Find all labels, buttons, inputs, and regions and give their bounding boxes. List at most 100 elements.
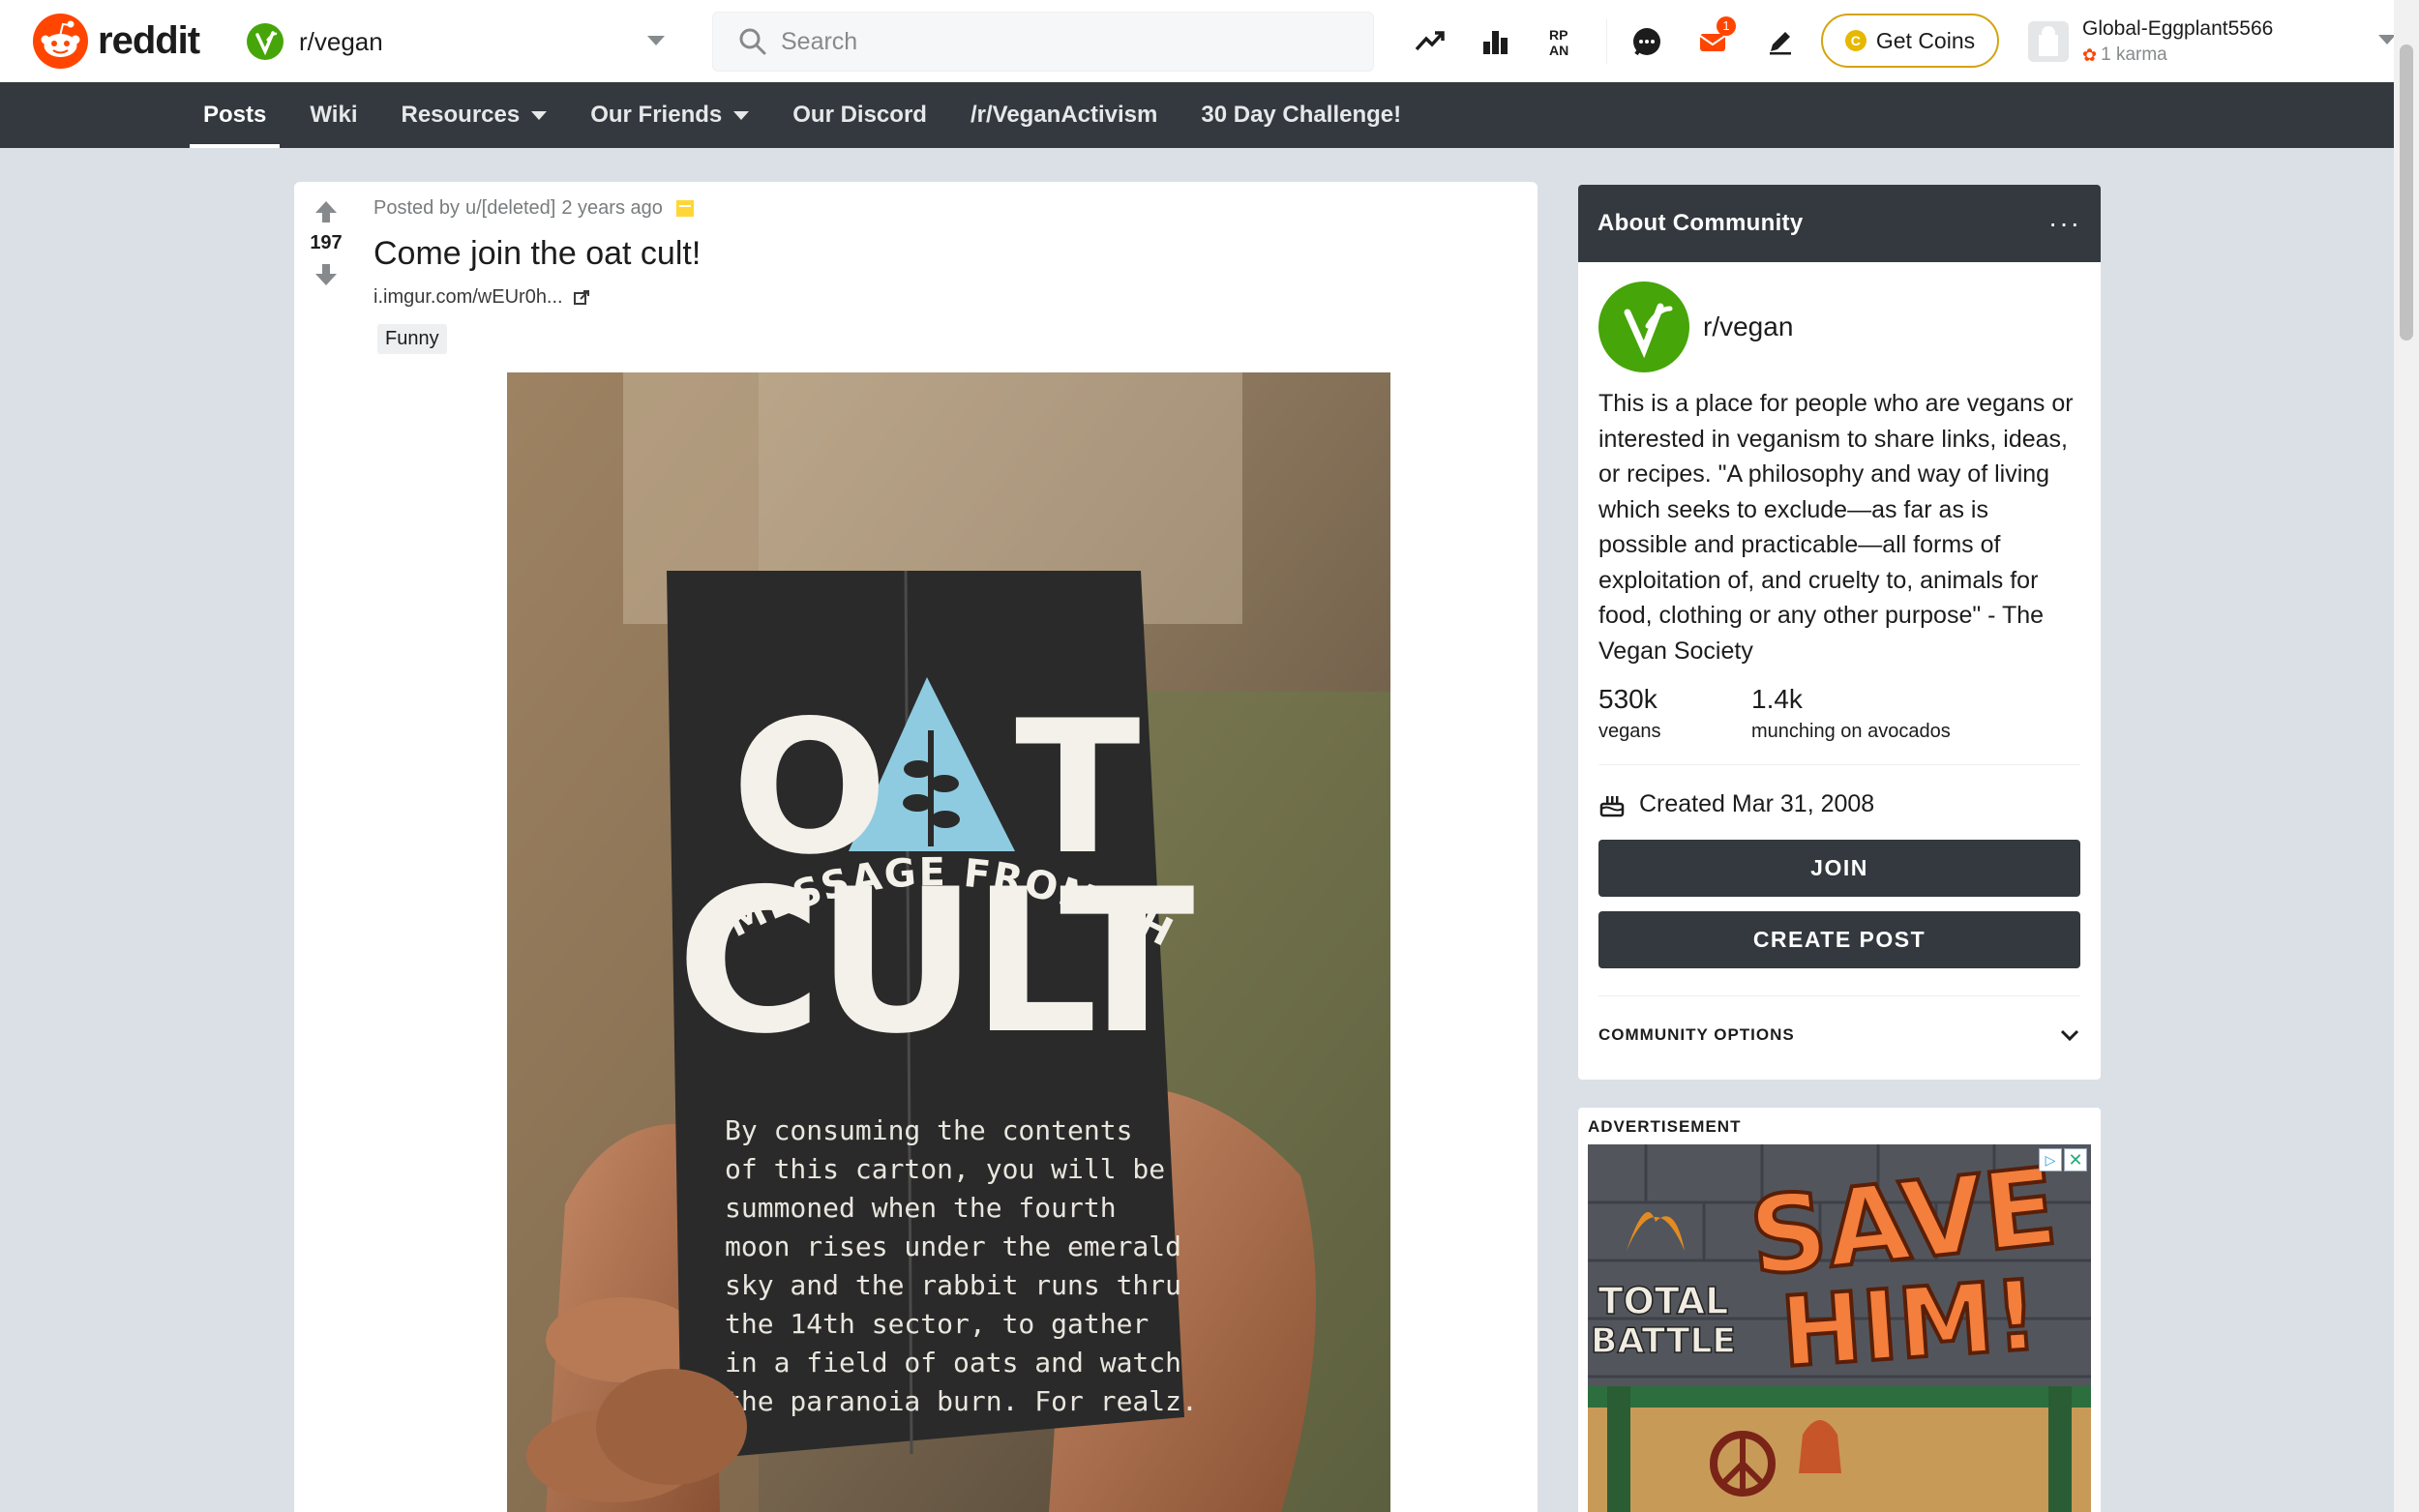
vegan-community-icon xyxy=(1598,282,1689,372)
upvote-icon[interactable] xyxy=(314,199,339,224)
coin-icon: C xyxy=(1844,30,1867,51)
community-nav: Posts Wiki Resources Our Friends Our Dis… xyxy=(0,82,2394,148)
user-info: Global-Eggplant5566 ✿ 1 karma xyxy=(2082,17,2273,66)
top-header: reddit r/vegan RPAN 1 C Get Coins xyxy=(0,0,2396,82)
about-community-widget: About Community ··· r/vegan This is a pl… xyxy=(1578,185,2101,1080)
members-count: 530k xyxy=(1598,684,1657,714)
nav-tab-label: Resources xyxy=(401,102,521,128)
scrollbar-thumb[interactable] xyxy=(2400,44,2413,341)
username: Global-Eggplant5566 xyxy=(2082,17,2274,40)
nav-tab-our-discord[interactable]: Our Discord xyxy=(779,82,941,148)
carton-body-line: of this carton, you will be xyxy=(725,1153,1165,1185)
community-stats: 530k vegans 1.4k munching on avocados xyxy=(1598,684,2080,743)
ad-choices-icon[interactable]: ▷ xyxy=(2039,1148,2062,1171)
search-icon xyxy=(739,28,766,55)
more-options-icon[interactable]: ··· xyxy=(2048,210,2081,237)
community-options-toggle[interactable]: COMMUNITY OPTIONS xyxy=(1598,995,2080,1073)
post-image[interactable]: A MESSAGE FROM THE O T CULT By consuming… xyxy=(507,372,1390,1512)
cake-icon xyxy=(1599,795,1625,816)
nav-tab-label: Our Discord xyxy=(792,102,927,128)
ad-game-name-2: BATTLE xyxy=(1591,1321,1736,1361)
post-title[interactable]: Come join the oat cult! xyxy=(373,235,1518,273)
post-link-text: i.imgur.com/wEUr0h... xyxy=(373,286,563,308)
nav-tab-label: /r/VeganActivism xyxy=(970,102,1158,128)
members-label: vegans xyxy=(1598,721,1661,742)
community-icon[interactable]: RP AN xyxy=(1542,20,1585,63)
advertisement-widget: ADVERTISEMENT TOTAL BATTLE SAVE HIM! ▷ ✕ xyxy=(1578,1108,2101,1512)
search-input[interactable] xyxy=(781,27,1323,56)
downvote-icon[interactable] xyxy=(314,262,339,287)
nav-tab-wiki[interactable]: Wiki xyxy=(296,82,371,148)
leaderboard-icon[interactable] xyxy=(1475,20,1517,63)
post-author[interactable]: u/[deleted] xyxy=(465,197,555,220)
create-post-button[interactable]: CREATE POST xyxy=(1598,911,2080,968)
posted-by-label: Posted by xyxy=(373,197,460,219)
community-switcher[interactable]: r/vegan xyxy=(247,19,665,64)
user-menu[interactable]: Global-Eggplant5566 ✿ 1 karma xyxy=(2028,14,2396,70)
caret-down-icon xyxy=(733,110,750,120)
post-flair[interactable]: Funny xyxy=(377,324,447,354)
reddit-logo[interactable]: reddit xyxy=(33,14,200,69)
post-meta: Posted by u/[deleted] 2 years ago xyxy=(373,197,1518,220)
header-divider xyxy=(1606,19,1607,64)
about-community-name: r/vegan xyxy=(1703,311,1794,341)
edit-icon[interactable] xyxy=(1759,20,1802,63)
karma-icon: ✿ xyxy=(2082,44,2098,65)
ad-game-name-1: TOTAL xyxy=(1598,1280,1729,1322)
about-community-header: About Community ··· xyxy=(1578,185,2101,262)
mail-icon[interactable]: 1 xyxy=(1691,16,1736,63)
carton-body-line: moon rises under the emerald xyxy=(725,1230,1181,1262)
vote-column: 197 xyxy=(294,182,358,287)
advertisement-banner[interactable]: TOTAL BATTLE SAVE HIM! ▷ ✕ xyxy=(1588,1144,2091,1512)
carton-body-line: summoned when the fourth xyxy=(725,1192,1117,1224)
search-bar[interactable] xyxy=(712,12,1374,72)
snoo-icon xyxy=(33,14,88,69)
nav-tab-veganactivism[interactable]: /r/VeganActivism xyxy=(957,82,1171,148)
created-date: Created Mar 31, 2008 xyxy=(1598,790,2080,818)
nav-tab-resources[interactable]: Resources xyxy=(387,82,560,148)
online-label: munching on avocados xyxy=(1751,721,1951,742)
nav-tab-our-friends[interactable]: Our Friends xyxy=(577,82,762,148)
nav-tab-label: Our Friends xyxy=(590,102,723,128)
external-link-icon xyxy=(573,289,589,305)
close-icon[interactable]: ✕ xyxy=(2064,1148,2087,1171)
chevron-down-icon xyxy=(2060,1029,2079,1041)
divider xyxy=(1598,764,2080,765)
about-community-identity[interactable]: r/vegan xyxy=(1598,282,2080,372)
page-scrollbar[interactable] xyxy=(2394,0,2419,1512)
carton-body-line: the 14th sector, to gather xyxy=(725,1308,1149,1340)
community-description: This is a place for people who are vegan… xyxy=(1598,390,2074,665)
chat-icon[interactable] xyxy=(1626,20,1668,63)
carton-body-line: in a field of oats and watch xyxy=(725,1347,1181,1379)
community-switcher-label: r/vegan xyxy=(299,26,383,56)
carton-brand-bottom: CULT xyxy=(676,847,1194,1078)
nav-tab-posts[interactable]: Posts xyxy=(190,82,281,148)
vote-count: 197 xyxy=(310,232,343,253)
archived-icon xyxy=(675,200,694,217)
nav-tab-label: 30 Day Challenge! xyxy=(1201,102,1402,128)
about-community-body: r/vegan This is a place for people who a… xyxy=(1578,262,2101,1073)
join-button[interactable]: JOIN xyxy=(1598,840,2080,897)
svg-text:AN: AN xyxy=(1549,43,1568,58)
advertisement-label: ADVERTISEMENT xyxy=(1588,1117,1742,1136)
caret-down-icon xyxy=(531,110,548,120)
chevron-down-icon xyxy=(647,36,665,45)
karma-line: ✿ 1 karma xyxy=(2082,44,2273,66)
community-options-label: COMMUNITY OPTIONS xyxy=(1598,1024,1795,1044)
popular-icon[interactable] xyxy=(1409,20,1451,63)
nav-tab-label: Posts xyxy=(203,102,267,128)
notification-badge: 1 xyxy=(1717,16,1736,36)
post-body: Posted by u/[deleted] 2 years ago Come j… xyxy=(373,197,1518,354)
nav-tab-label: Wiki xyxy=(310,102,358,128)
about-community-title: About Community xyxy=(1598,210,1804,236)
get-coins-button[interactable]: C Get Coins xyxy=(1821,14,1999,68)
ad-headline-2: HIM! xyxy=(1777,1259,2043,1389)
post-external-link[interactable]: i.imgur.com/wEUr0h... xyxy=(373,286,1518,309)
members-stat: 530k vegans xyxy=(1598,684,1751,743)
nav-tab-30-day-challenge[interactable]: 30 Day Challenge! xyxy=(1187,82,1415,148)
reddit-wordmark: reddit xyxy=(98,19,200,62)
created-date-text: Created Mar 31, 2008 xyxy=(1639,790,1875,817)
post-age[interactable]: 2 years ago xyxy=(561,197,663,220)
avatar xyxy=(2028,21,2069,62)
carton-body-line: the paranoia burn. For realz. xyxy=(725,1385,1198,1417)
